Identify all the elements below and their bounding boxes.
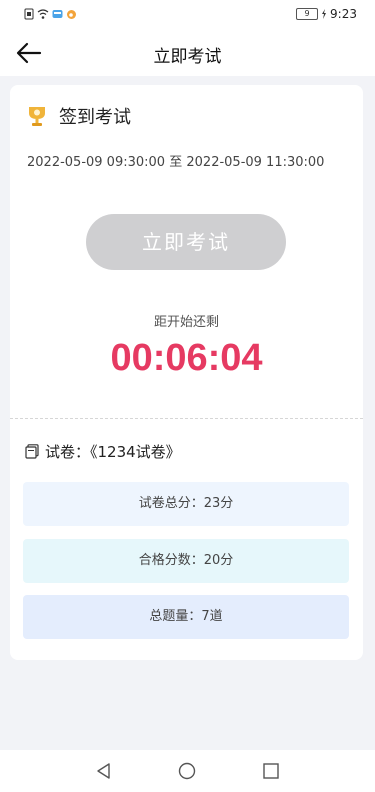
countdown-timer: 00:06:04: [110, 337, 263, 379]
trophy-icon: [29, 107, 45, 126]
exam-heading: 签到考试: [25, 103, 131, 129]
countdown-label: 距开始还剩: [153, 315, 219, 330]
time-range-separator: 至: [169, 155, 183, 170]
system-nav-bar: [0, 750, 375, 792]
exam-card: 签到考试 2022-05-09 09:30:00 至 2022-05-09 11…: [10, 85, 363, 660]
weibo-icon: [67, 10, 76, 19]
status-bar: 9 9:23: [0, 0, 375, 30]
status-icons-right: 9 9:23: [296, 7, 357, 21]
nav-home-icon[interactable]: [178, 762, 196, 780]
header: 立即考试: [0, 30, 375, 76]
status-icons-left: [24, 8, 77, 20]
start-exam-button[interactable]: 立即考试: [86, 214, 286, 270]
paper-label: 试卷：《1234试卷》: [45, 443, 181, 461]
nav-recent-apps-icon[interactable]: [262, 762, 280, 780]
nav-back-icon[interactable]: [95, 762, 113, 780]
charging-icon: [322, 9, 327, 19]
total-score-box: 试卷总分：23分: [23, 482, 349, 526]
battery-icon: 9: [296, 8, 319, 20]
exam-end-time: 2022-05-09 11:30:00: [186, 155, 325, 170]
exam-start-time: 2022-05-09 09:30:00: [27, 155, 166, 170]
wifi-icon: [37, 9, 49, 19]
document-icon: [25, 444, 39, 459]
dashed-divider: [10, 418, 363, 419]
paper-info: 试卷：《1234试卷》: [25, 441, 181, 462]
status-time: 9:23: [330, 7, 357, 21]
exam-name: 签到考试: [59, 107, 131, 128]
page-title: 立即考试: [153, 47, 222, 67]
exam-page: 9 9:23 立即考试 签到考试 2022-05-09 09:30:00 至 2…: [0, 0, 375, 792]
app-notification-icon: [52, 10, 63, 18]
question-count-box: 总题量：7道: [23, 595, 349, 639]
pass-score-box: 合格分数：20分: [23, 539, 349, 583]
sim-icon: [24, 8, 34, 20]
exam-time-range: 2022-05-09 09:30:00 至 2022-05-09 11:30:0…: [27, 151, 324, 170]
